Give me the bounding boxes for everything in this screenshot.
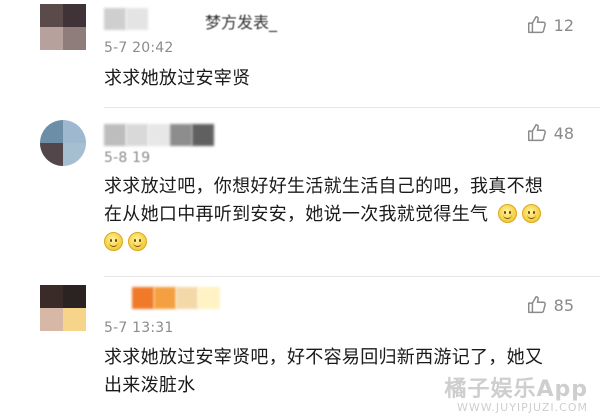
smile-emoji-icon [522,204,542,223]
avatar-tile [40,143,63,166]
thumbs-up-icon [527,124,546,142]
comment-timestamp: 5-7 13:31 [104,320,174,336]
smile-emoji-icon [128,232,147,251]
comment-timestamp: 5-8 19 [104,150,151,166]
blur-tile [176,287,198,309]
avatar[interactable] [40,120,86,166]
like-button[interactable]: 12 [526,14,574,36]
blur-tile [192,124,214,146]
divider [104,276,600,277]
like-button[interactable]: 85 [526,294,574,316]
avatar-tile [63,285,86,308]
blur-tile [104,8,126,30]
blur-tile [154,287,176,309]
watermark-logo-text: 橘子娱乐App [444,377,588,402]
like-count: 48 [553,123,574,143]
smile-emoji-icon [104,232,123,251]
username-blurred[interactable] [104,124,214,146]
comment-item: 5-8 19 48 求求放过吧，你想好好生活就生活自己的吧，我真不想在从她口中再… [0,108,600,278]
avatar-tile [63,143,86,166]
avatar[interactable] [40,285,86,331]
avatar[interactable] [40,4,86,50]
comment-timestamp: 5-7 20:42 [104,40,174,56]
avatar-tile [63,120,86,143]
smile-emoji-icon [498,204,518,223]
avatar-tile [63,27,86,50]
blur-tile [126,8,148,30]
avatar-tile [40,120,63,143]
avatar-tile [40,285,63,308]
blur-tile [198,287,220,309]
like-count: 12 [553,15,574,35]
avatar-tile [40,4,63,27]
comment-text: 求求她放过安宰贤 [104,68,251,89]
blur-tile [104,124,126,146]
blur-tile [170,124,192,146]
blur-tile [126,124,148,146]
avatar-tile [40,27,63,50]
avatar-tile [40,308,63,331]
comment-text-body: 求求放过吧，你想好好生活就生活自己的吧，我真不想在从她口中再听到安安，她说一次我… [104,176,544,225]
thumbs-up-icon [527,296,546,314]
like-count: 85 [553,295,574,315]
username-blurred[interactable] [104,8,148,30]
thumbs-up-icon [527,16,546,34]
avatar-tile [63,4,86,27]
username-fragment: 梦方发表_ [205,13,278,32]
blur-tile [132,287,154,309]
avatar-tile [63,308,86,331]
blur-tile [148,124,170,146]
watermark-url: WWW.JUYIPJUZI.COM [457,401,588,414]
comment-item: 梦方发表_ 5-7 20:42 12 求求她放过安宰贤 [0,0,600,108]
watermark: 橘子娱乐App WWW.JUYIPJUZI.COM [444,371,588,414]
like-button[interactable]: 48 [526,122,574,144]
username-blurred[interactable] [132,287,220,309]
comment-text: 求求放过吧，你想好好生活就生活自己的吧，我真不想在从她口中再听到安安，她说一次我… [104,173,560,257]
